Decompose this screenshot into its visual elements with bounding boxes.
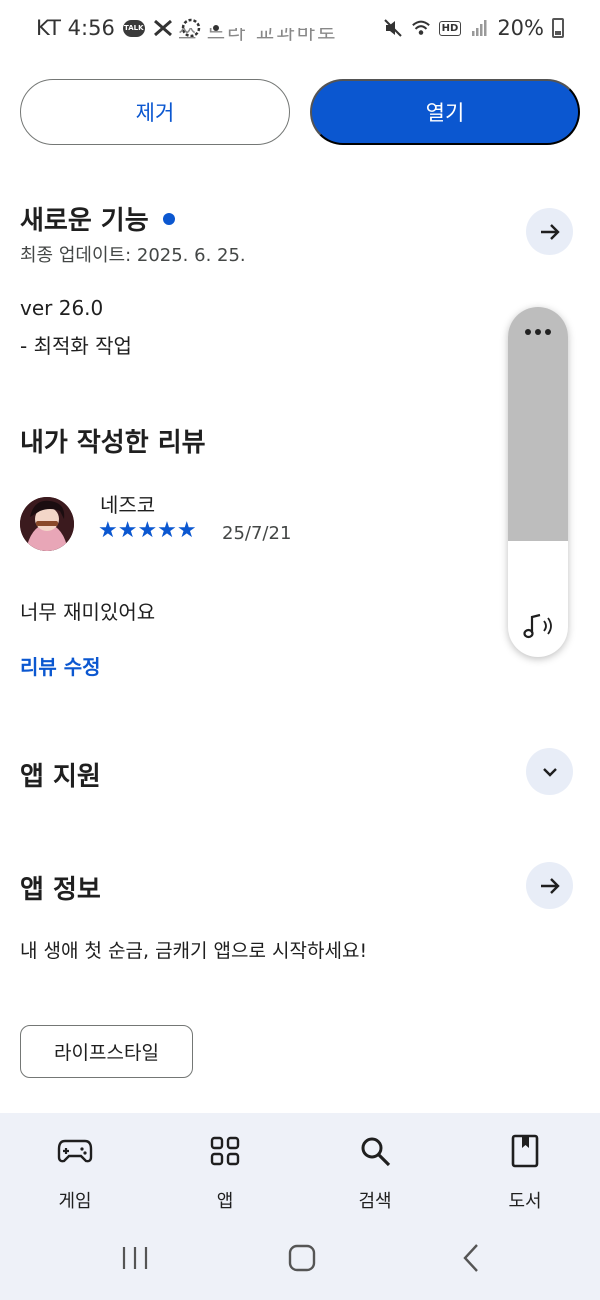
system-navigation-bar — [0, 1239, 600, 1279]
category-chip[interactable]: 라이프스타일 — [20, 1025, 193, 1078]
nav-item-books[interactable]: 도서 — [475, 1131, 575, 1213]
edit-review-link[interactable]: 리뷰 수정 — [20, 651, 101, 680]
recent-apps-icon[interactable] — [120, 1245, 150, 1271]
hd-voice-icon: HD — [438, 20, 462, 36]
carrier-time: KT 4:56 — [36, 16, 115, 40]
volume-slider-track[interactable] — [508, 307, 568, 541]
bottom-navigation: 게임 앱 검색 도서 — [0, 1113, 600, 1300]
back-icon[interactable] — [460, 1243, 482, 1273]
status-bar: KT 4:56 TALK 쓰 드라 교과바로 HD 20% — [0, 0, 600, 60]
nav-label: 검색 — [358, 1191, 392, 1212]
wifi-icon — [411, 18, 431, 38]
reviewer-name: 네즈코 — [100, 493, 156, 517]
more-options-icon[interactable] — [508, 329, 568, 335]
nav-item-apps[interactable]: 앱 — [175, 1131, 275, 1213]
obscured-header-text: 쓰 드라 교과바로 — [178, 28, 338, 44]
app-support-expand-button[interactable] — [526, 748, 573, 795]
app-info-title: 앱 정보 — [20, 875, 101, 905]
app-support-title: 앱 지원 — [20, 762, 101, 792]
home-icon[interactable] — [288, 1244, 316, 1272]
gamepad-icon — [55, 1131, 95, 1171]
my-review-title: 내가 작성한 리뷰 — [20, 428, 206, 458]
nav-label: 게임 — [58, 1191, 92, 1212]
kakaotalk-icon: TALK — [122, 19, 145, 37]
new-indicator-dot — [162, 212, 175, 225]
whats-new-title: 새로운 기능 — [20, 206, 149, 236]
whats-new-arrow-button[interactable] — [526, 208, 573, 255]
app-info-arrow-button[interactable] — [526, 862, 573, 909]
battery-icon — [552, 18, 564, 38]
battery-percent: 20% — [497, 16, 544, 40]
mute-icon — [383, 18, 403, 38]
search-icon — [355, 1131, 395, 1171]
nav-label: 앱 — [216, 1191, 234, 1212]
music-volume-icon[interactable] — [520, 611, 556, 641]
avatar — [20, 497, 74, 551]
review-text: 너무 재미있어요 — [20, 600, 156, 624]
status-right: HD 20% — [383, 16, 564, 40]
open-button[interactable]: 열기 — [310, 79, 580, 145]
app-description: 내 생애 첫 순금, 금캐기 앱으로 시작하세요! — [20, 940, 368, 962]
arrow-right-icon — [540, 223, 560, 240]
review-date: 25/7/21 — [222, 523, 292, 544]
nav-label: 도서 — [508, 1191, 542, 1212]
star-rating: ★★★★★ — [98, 518, 197, 543]
capcut-icon — [153, 18, 173, 38]
update-note-text: - 최적화 작업 — [20, 334, 132, 358]
last-updated-text: 최종 업데이트: 2025. 6. 25. — [20, 245, 246, 266]
signal-icon — [469, 18, 489, 38]
uninstall-button[interactable]: 제거 — [20, 79, 290, 145]
nav-item-search[interactable]: 검색 — [325, 1131, 425, 1213]
whats-new-heading: 새로운 기능 — [20, 200, 175, 237]
book-icon — [505, 1131, 545, 1171]
apps-grid-icon — [205, 1131, 245, 1171]
volume-panel[interactable] — [508, 307, 568, 657]
arrow-right-icon — [540, 877, 560, 894]
version-text: ver 26.0 — [20, 296, 104, 320]
chevron-down-icon — [542, 767, 557, 777]
nav-item-games[interactable]: 게임 — [25, 1131, 125, 1213]
